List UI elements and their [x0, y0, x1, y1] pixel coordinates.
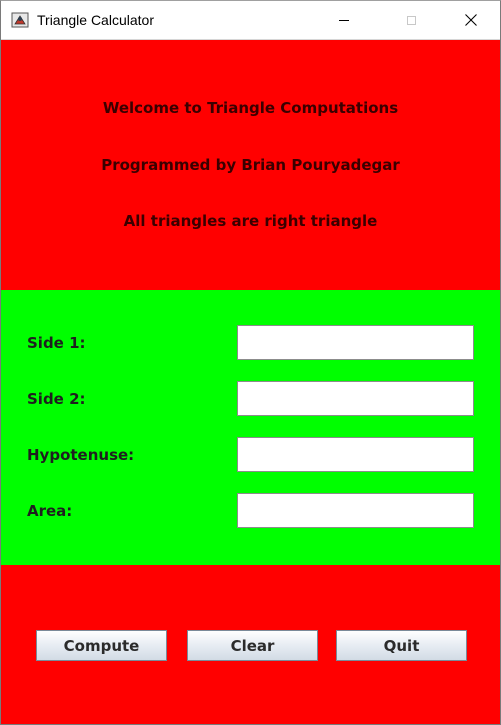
side1-input[interactable]: [237, 325, 474, 360]
app-window: Triangle Calculator Welcome to Triangle …: [0, 0, 501, 725]
close-icon: [465, 11, 477, 30]
java-app-icon: [11, 11, 29, 29]
maximize-button[interactable]: [388, 1, 434, 39]
minimize-icon: [339, 19, 349, 21]
close-button[interactable]: [448, 1, 494, 39]
side2-input[interactable]: [237, 381, 474, 416]
author-heading: Programmed by Brian Pouryadegar: [101, 156, 400, 174]
input-panel: Side 1: Side 2: Hypotenuse: Area:: [1, 290, 500, 565]
side2-label: Side 2:: [27, 390, 86, 408]
header-panel: Welcome to Triangle Computations Program…: [1, 40, 500, 290]
hypotenuse-label: Hypotenuse:: [27, 446, 135, 464]
note-heading: All triangles are right triangle: [123, 212, 378, 230]
welcome-heading: Welcome to Triangle Computations: [102, 99, 399, 117]
minimize-button[interactable]: [321, 1, 367, 39]
area-input[interactable]: [237, 493, 474, 528]
button-panel: Compute Clear Quit: [1, 565, 500, 724]
window-title: Triangle Calculator: [37, 12, 154, 28]
hypotenuse-input[interactable]: [237, 437, 474, 472]
compute-button[interactable]: Compute: [36, 630, 167, 661]
area-label: Area:: [27, 502, 73, 520]
quit-button[interactable]: Quit: [336, 630, 467, 661]
side1-label: Side 1:: [27, 334, 86, 352]
clear-button[interactable]: Clear: [187, 630, 318, 661]
title-bar[interactable]: Triangle Calculator: [1, 1, 500, 40]
maximize-icon: [406, 15, 416, 25]
